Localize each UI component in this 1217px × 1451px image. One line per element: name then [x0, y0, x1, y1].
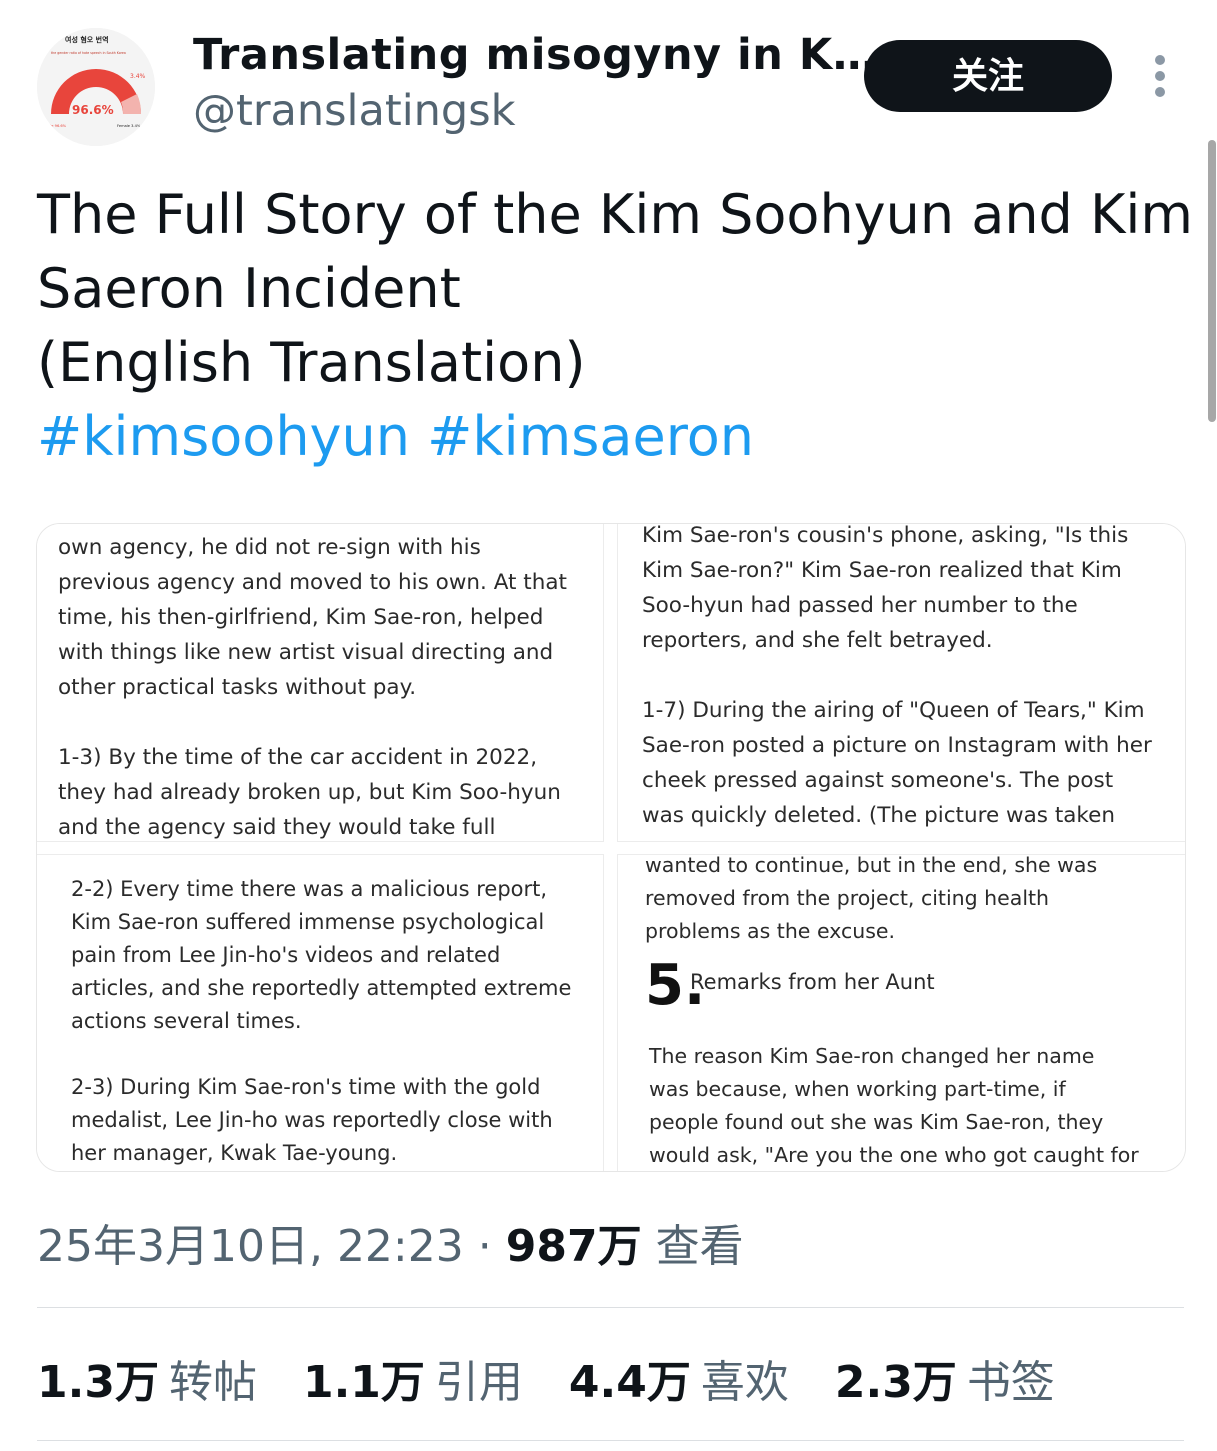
divider — [37, 1440, 1184, 1441]
stat-count: 4.4万 — [568, 1357, 691, 1408]
stat-label: 喜欢 — [700, 1357, 789, 1408]
media-image-3[interactable]: 2-2) Every time there was a malicious re… — [37, 854, 604, 1171]
divider — [37, 1307, 1184, 1308]
user-handle[interactable]: @translatingsk — [193, 86, 516, 136]
image-text-line: Soo-hyun had passed her number to the — [642, 593, 1078, 618]
display-name[interactable]: Translating misogyny in K… — [193, 30, 876, 80]
stat-count: 2.3万 — [834, 1357, 957, 1408]
image-text-line: problems as the excuse. — [645, 919, 896, 943]
views-count: 987万 — [505, 1221, 642, 1272]
stat-bookmarks[interactable]: 2.3万 书签 — [835, 1346, 1055, 1410]
image-text-line: with things like new artist visual direc… — [58, 640, 554, 665]
tweet-meta: 25年3月10日, 22:23 · 987万 查看 — [37, 1210, 744, 1274]
stat-count: 1.1万 — [302, 1357, 425, 1408]
stat-label: 引用 — [434, 1357, 523, 1408]
image-text-line: would ask, "Are you the one who got caug… — [649, 1143, 1139, 1167]
avatar[interactable]: 여성 혐오 번역 the gender ratio of hate speech… — [37, 28, 155, 146]
image-text-line: other practical tasks without pay. — [58, 675, 417, 700]
image-text-line: Kim Sae-ron suffered immense psychologic… — [71, 910, 545, 934]
image-text-line: 2-3) During Kim Sae-ron's time with the … — [71, 1075, 541, 1099]
image-text-line: Kim Sae-ron?" Kim Sae-ron realized that … — [642, 558, 1122, 583]
avatar-left-caption: Male 96.6% — [45, 124, 67, 128]
image-text-line: removed from the project, citing health — [645, 886, 1050, 910]
tweet-line: Saeron Incident — [37, 257, 461, 320]
follow-button[interactable]: 关注 — [864, 40, 1112, 112]
stat-label: 书签 — [966, 1357, 1055, 1408]
media-image-2[interactable]: Kim Sae-ron's cousin's phone, asking, "I… — [617, 524, 1185, 842]
image-text-line: The reason Kim Sae-ron changed her name — [649, 1044, 1095, 1068]
image-text-line: wanted to continue, but in the end, she … — [645, 854, 1098, 877]
more-dot — [1155, 87, 1165, 97]
avatar-small-percent: 3.4% — [130, 73, 146, 80]
image-text-line: 1-7) During the airing of "Queen of Tear… — [642, 698, 1145, 723]
image-text-line: medalist, Lee Jin-ho was reportedly clos… — [71, 1108, 553, 1132]
image-text-line: Sae-ron posted a picture on Instagram wi… — [642, 733, 1152, 758]
more-vertical-icon[interactable] — [1146, 52, 1174, 98]
more-dot — [1155, 55, 1165, 65]
image-text-line: her manager, Kwak Tae-young. — [71, 1141, 398, 1165]
timestamp-link[interactable]: 25年3月10日, 22:23 — [37, 1221, 464, 1272]
stat-label: 转帖 — [168, 1357, 257, 1408]
more-dot — [1155, 71, 1165, 81]
tweet-text: The Full Story of the Kim Soohyun and Ki… — [37, 178, 1197, 474]
image-text-line: and the agency said they would take full — [58, 815, 496, 840]
stat-count: 1.3万 — [37, 1357, 159, 1408]
stat-quotes[interactable]: 1.1万 引用 — [303, 1346, 523, 1410]
image-text-line: own agency, he did not re-sign with his — [58, 535, 481, 560]
avatar-right-caption: Female 3.4% — [117, 124, 141, 128]
hashtag-link[interactable]: #kimsaeron — [427, 405, 754, 468]
media-image-4[interactable]: wanted to continue, but in the end, she … — [617, 854, 1185, 1171]
image-text-line: 1-3) By the time of the car accident in … — [58, 745, 538, 770]
media-image-1[interactable]: own agency, he did not re-sign with his … — [37, 524, 604, 842]
hashtag-line: #kimsoohyun #kimsaeron — [37, 400, 1197, 474]
stat-likes[interactable]: 4.4万 喜欢 — [569, 1346, 789, 1410]
image-text-line: was because, when working part-time, if — [649, 1077, 1066, 1101]
avatar-title-text: 여성 혐오 번역 — [65, 35, 109, 44]
avatar-gauge-image: 여성 혐오 번역 the gender ratio of hate speech… — [37, 28, 155, 146]
image-text-line: actions several times. — [71, 1009, 302, 1033]
image-text-line: reporters, and she felt betrayed. — [642, 628, 993, 653]
engagement-stats: 1.3万 转帖 1.1万 引用 4.4万 喜欢 2.3万 书签 — [37, 1346, 1087, 1410]
image-text-line: time, his then-girlfriend, Kim Sae-ron, … — [58, 605, 544, 630]
avatar-subtitle-text: the gender ratio of hate speech in South… — [51, 51, 126, 55]
section-heading: 5. Remarks from her Aunt — [645, 956, 1139, 1026]
hashtag-link[interactable]: #kimsoohyun — [37, 405, 410, 468]
image-text-line: previous agency and moved to his own. At… — [58, 570, 567, 595]
tweet-line: (English Translation) — [37, 331, 586, 394]
avatar-big-percent: 96.6% — [72, 103, 114, 117]
scrollbar[interactable] — [1208, 140, 1216, 422]
views-label: 查看 — [655, 1221, 744, 1272]
image-text-line: 2-2) Every time there was a malicious re… — [71, 877, 548, 901]
meta-separator: · — [477, 1221, 492, 1272]
image-text-line: people found out she was Kim Sae-ron, th… — [649, 1110, 1104, 1134]
media-grid: own agency, he did not re-sign with his … — [36, 523, 1186, 1172]
image-text-line: pain from Lee Jin-ho's videos and relate… — [71, 943, 501, 967]
image-text-line: Kim Sae-ron's cousin's phone, asking, "I… — [642, 524, 1129, 548]
image-text-line: cheek pressed against someone's. The pos… — [642, 768, 1114, 793]
image-text-line: articles, and she reportedly attempted e… — [71, 976, 572, 1000]
section-title: Remarks from her Aunt — [690, 970, 935, 994]
image-text-line: was quickly deleted. (The picture was ta… — [642, 803, 1115, 828]
image-text-line: they had already broken up, but Kim Soo-… — [58, 780, 561, 805]
stat-reposts[interactable]: 1.3万 转帖 — [37, 1346, 257, 1410]
tweet-line: The Full Story of the Kim Soohyun and Ki… — [37, 183, 1194, 246]
